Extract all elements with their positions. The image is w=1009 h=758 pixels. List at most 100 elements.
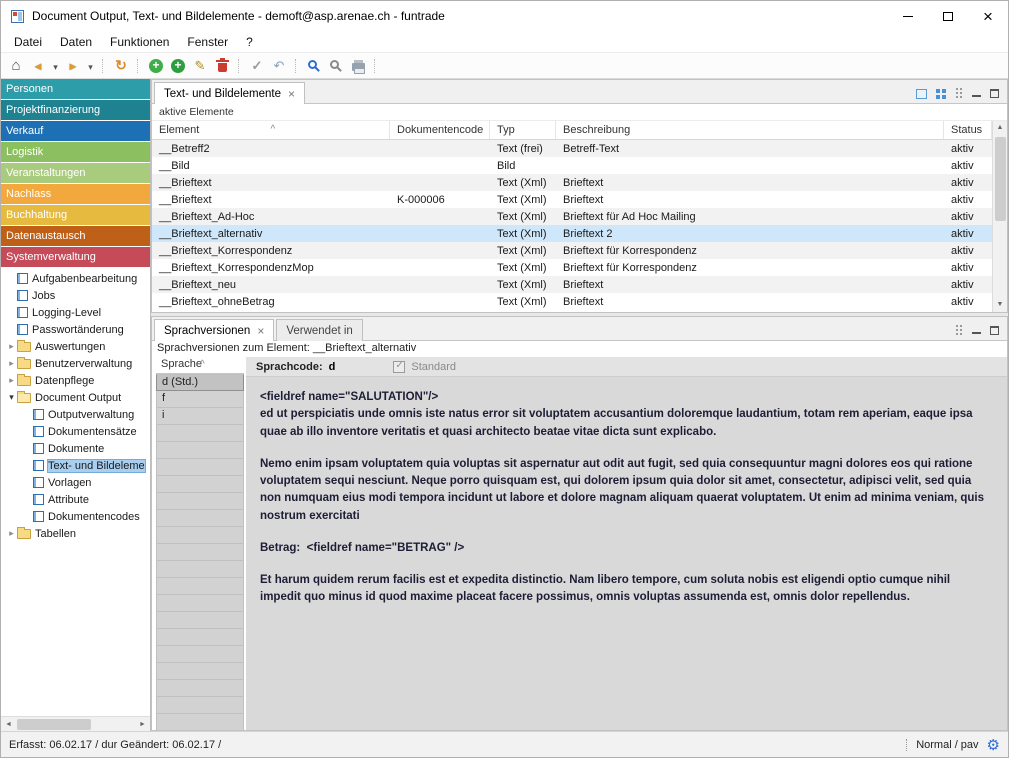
tree-item[interactable]: Tabellen xyxy=(1,525,150,542)
language-row[interactable] xyxy=(156,425,244,442)
panel-minimize-icon[interactable] xyxy=(972,327,981,334)
language-row[interactable] xyxy=(156,646,244,663)
language-row[interactable] xyxy=(156,510,244,527)
maximize-button[interactable] xyxy=(928,1,968,31)
language-row[interactable] xyxy=(156,612,244,629)
tab-verwendet-in[interactable]: Verwendet in xyxy=(276,319,363,341)
delete-button[interactable] xyxy=(211,55,233,77)
confirm-button[interactable] xyxy=(246,55,268,77)
table-row[interactable]: __Bild Bild aktiv xyxy=(152,157,992,174)
table-row[interactable]: __Betreff2 Text (frei) Betreff-Text akti… xyxy=(152,140,992,157)
scroll-right-icon[interactable] xyxy=(135,717,150,732)
tree-expander-icon[interactable] xyxy=(6,392,17,403)
panel-minimize-icon[interactable] xyxy=(972,90,981,97)
tree-item[interactable]: Outputverwaltung xyxy=(1,406,150,423)
tree-item[interactable]: Document Output xyxy=(1,389,150,406)
language-row[interactable] xyxy=(156,476,244,493)
tree-item[interactable]: Dokumentensätze xyxy=(1,423,150,440)
panel-maximize-icon[interactable] xyxy=(990,326,999,335)
settings-gear-icon[interactable] xyxy=(987,736,1000,754)
back-history-dropdown[interactable] xyxy=(49,55,62,77)
tree-expander-icon[interactable] xyxy=(6,358,17,369)
scroll-left-icon[interactable] xyxy=(1,717,16,732)
language-row[interactable] xyxy=(156,544,244,561)
module-band[interactable]: Personen xyxy=(1,79,150,100)
language-row[interactable] xyxy=(156,629,244,646)
module-band[interactable]: Nachlass xyxy=(1,184,150,205)
language-row[interactable]: f xyxy=(156,391,244,408)
column-header-dokumentencode[interactable]: Dokumentencode xyxy=(390,121,490,139)
language-row[interactable] xyxy=(156,459,244,476)
language-row[interactable] xyxy=(156,663,244,680)
tab-text-und-bildelemente[interactable]: Text- und Bildelemente × xyxy=(154,82,305,104)
language-row[interactable]: i xyxy=(156,408,244,425)
forward-history-dropdown[interactable] xyxy=(84,55,97,77)
edit-button[interactable] xyxy=(189,55,211,77)
language-row[interactable] xyxy=(156,527,244,544)
tree-item[interactable]: Text- und Bildeleme xyxy=(1,457,150,474)
module-band[interactable]: Buchhaltung xyxy=(1,205,150,226)
tree-item[interactable]: Aufgabenbearbeitung xyxy=(1,270,150,287)
filter-label[interactable]: aktive Elemente xyxy=(152,104,1007,121)
tree-item[interactable]: Auswertungen xyxy=(1,338,150,355)
table-row[interactable]: __Brieftext_neu Text (Xml) Brieftext akt… xyxy=(152,276,992,293)
column-header-typ[interactable]: Typ xyxy=(490,121,556,139)
detach-panel-icon[interactable] xyxy=(916,89,927,99)
tree-item[interactable]: Benutzerverwaltung xyxy=(1,355,150,372)
table-vertical-scrollbar[interactable] xyxy=(992,121,1007,312)
menu-item[interactable]: Daten xyxy=(51,32,101,52)
tree-item[interactable]: Passwortänderung xyxy=(1,321,150,338)
table-row[interactable]: __Brieftext_Ad-Hoc Text (Xml) Brieftext … xyxy=(152,208,992,225)
scroll-up-icon[interactable] xyxy=(997,121,1004,135)
module-band[interactable]: Veranstaltungen xyxy=(1,163,150,184)
tree-item[interactable]: Vorlagen xyxy=(1,474,150,491)
tree-expander-icon[interactable] xyxy=(6,341,17,352)
module-band[interactable]: Datenaustausch xyxy=(1,226,150,247)
menu-item[interactable]: Fenster xyxy=(178,32,237,52)
layout-grid-icon[interactable] xyxy=(936,89,947,99)
tree-item[interactable]: Jobs xyxy=(1,287,150,304)
module-band[interactable]: Projektfinanzierung xyxy=(1,100,150,121)
close-button[interactable] xyxy=(968,1,1008,31)
table-row[interactable]: __Brieftext_ohneBetrag Text (Xml) Brieft… xyxy=(152,293,992,310)
zoom-in-button[interactable] xyxy=(303,55,325,77)
minimize-button[interactable] xyxy=(888,1,928,31)
panel-maximize-icon[interactable] xyxy=(990,89,999,98)
menu-item[interactable]: Datei xyxy=(5,32,51,52)
table-row[interactable]: __Brieftext K-000006 Text (Xml) Brieftex… xyxy=(152,191,992,208)
scrollbar-thumb[interactable] xyxy=(995,137,1006,221)
module-band[interactable]: Logistik xyxy=(1,142,150,163)
zoom-out-button[interactable] xyxy=(325,55,347,77)
add-button[interactable]: + xyxy=(145,55,167,77)
tree-expander-icon[interactable] xyxy=(6,528,17,539)
language-row[interactable] xyxy=(156,680,244,697)
language-row[interactable] xyxy=(156,442,244,459)
tab-sprachversionen[interactable]: Sprachversionen × xyxy=(154,319,274,341)
language-column-header[interactable]: Sprache xyxy=(156,357,244,374)
panel-grip-icon[interactable] xyxy=(956,325,963,336)
module-band[interactable]: Systemverwaltung xyxy=(1,247,150,268)
home-button[interactable] xyxy=(5,55,27,77)
forward-button[interactable] xyxy=(62,55,84,77)
table-row[interactable]: __Brieftext_alternativ Text (Xml) Brieft… xyxy=(152,225,992,242)
column-header-status[interactable]: Status xyxy=(944,121,992,139)
tab-close-icon[interactable]: × xyxy=(288,88,295,100)
print-button[interactable] xyxy=(347,55,369,77)
language-row[interactable] xyxy=(156,595,244,612)
column-header-element[interactable]: Element xyxy=(152,121,390,139)
column-header-beschreibung[interactable]: Beschreibung xyxy=(556,121,944,139)
language-row[interactable] xyxy=(156,493,244,510)
menu-item[interactable]: ? xyxy=(237,32,262,52)
tree-item[interactable]: Datenpflege xyxy=(1,372,150,389)
undo-button[interactable] xyxy=(268,55,290,77)
add-variant-button[interactable]: + xyxy=(167,55,189,77)
language-row[interactable] xyxy=(156,578,244,595)
tree-item[interactable]: Dokumentencodes xyxy=(1,508,150,525)
language-row[interactable] xyxy=(156,697,244,714)
language-row[interactable] xyxy=(156,714,244,730)
menu-item[interactable]: Funktionen xyxy=(101,32,178,52)
table-row[interactable]: __Brieftext_KorrespondenzMop Text (Xml) … xyxy=(152,259,992,276)
tree-expander-icon[interactable] xyxy=(6,375,17,386)
table-row[interactable]: __Brieftext_Korrespondenz Text (Xml) Bri… xyxy=(152,242,992,259)
text-content-editor[interactable]: <fieldref name="SALUTATION"/> ed ut pers… xyxy=(246,377,1007,730)
